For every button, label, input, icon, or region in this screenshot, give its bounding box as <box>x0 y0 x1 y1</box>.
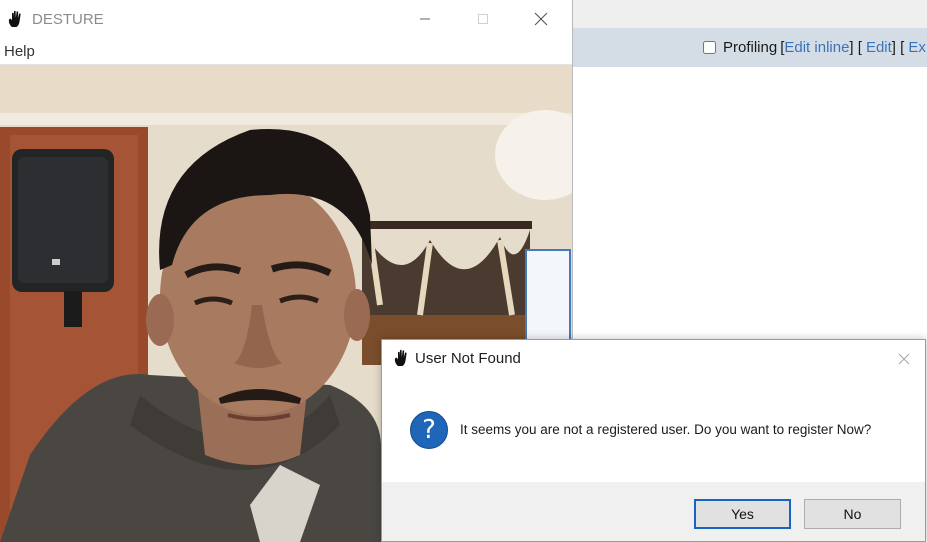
dialog-footer: Yes No <box>382 482 925 541</box>
minimize-button[interactable] <box>396 0 454 38</box>
close-icon <box>898 353 910 365</box>
minimize-icon <box>420 18 430 20</box>
dialog-title: User Not Found <box>415 350 521 367</box>
bracket-mid: ] [ <box>849 39 862 56</box>
close-icon <box>534 12 548 26</box>
menu-help[interactable]: Help <box>4 43 35 60</box>
ex-link[interactable]: Ex <box>908 39 926 56</box>
close-button[interactable] <box>512 0 570 38</box>
no-button[interactable]: No <box>804 499 901 529</box>
hand-icon <box>394 349 407 366</box>
menu-bar: Help <box>0 38 572 65</box>
edit-inline-link[interactable]: Edit inline <box>784 39 849 56</box>
window-title: DESTURE <box>32 11 104 28</box>
bracket-mid-2: ] [ <box>891 39 905 56</box>
maximize-button[interactable] <box>454 0 512 38</box>
profiling-checkbox[interactable] <box>703 41 716 54</box>
maximize-icon <box>478 14 488 24</box>
profiling-label: Profiling <box>723 39 778 56</box>
question-icon: ? <box>410 411 448 449</box>
dialog-message: It seems you are not a registered user. … <box>460 422 872 437</box>
edit-link[interactable]: Edit <box>866 39 892 56</box>
dialog-close-button[interactable] <box>891 346 917 372</box>
dialog-titlebar[interactable]: User Not Found <box>382 340 925 378</box>
window-titlebar[interactable]: DESTURE <box>0 0 572 38</box>
yes-button[interactable]: Yes <box>694 499 791 529</box>
user-not-found-dialog: User Not Found ? It seems you are not a … <box>381 339 926 542</box>
hand-icon <box>8 10 21 27</box>
